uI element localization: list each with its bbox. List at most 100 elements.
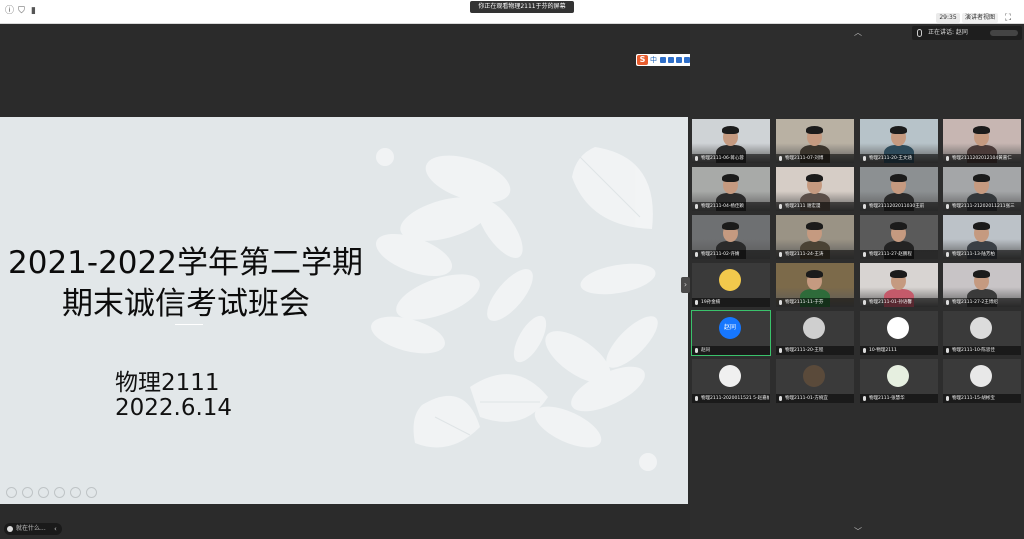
slide-pen-icon[interactable] <box>38 487 49 498</box>
fullscreen-icon[interactable]: ⛶ <box>1002 12 1014 24</box>
mic-icon <box>863 300 866 305</box>
participant-tile[interactable]: 物理2111-04-杨佳颖 <box>692 167 770 211</box>
participant-namebar: 物理2111-15-胡彬宝 <box>943 394 1021 403</box>
participant-name: 19孙金楠 <box>701 300 721 305</box>
participant-namebar: 物理2111 谢宏漫 <box>776 202 854 211</box>
participant-tile[interactable]: 物理2111-15-胡彬宝 <box>943 359 1021 403</box>
mic-icon <box>695 300 698 305</box>
participant-tile[interactable]: 物理2111-02-许婧 <box>692 215 770 259</box>
mic-icon <box>695 348 698 353</box>
mic-icon <box>946 300 949 305</box>
participant-tile[interactable]: 物理2111-01-孙语馨 <box>860 263 938 307</box>
mic-icon <box>695 156 698 161</box>
participant-tile[interactable]: 19孙金楠 <box>692 263 770 307</box>
mic-icon <box>917 29 922 37</box>
slide-date: 2022.6.14 <box>115 395 233 421</box>
participant-tile[interactable]: 10-物理2111 <box>860 311 938 355</box>
participant-namebar: 物理2111-01-方婉宜 <box>776 394 854 403</box>
mic-icon <box>863 348 866 353</box>
person-hair <box>722 174 739 182</box>
ime-mic-icon[interactable] <box>668 57 674 63</box>
participant-tile[interactable]: 物理2111202012104黄嘉仁 <box>943 119 1021 163</box>
person-hair <box>806 174 823 182</box>
chevron-up-icon[interactable]: ︿ <box>852 28 864 38</box>
participant-name: 物理2111-27-赵鹏程 <box>869 252 912 257</box>
slide-title-line1: 2021-2022学年第二学期 <box>8 245 363 281</box>
chevron-down-icon[interactable]: ﹀ <box>852 527 864 537</box>
participant-name: 物理2111-20-王文涵 <box>869 156 912 161</box>
caption-label: 就在什么... <box>16 525 46 532</box>
participant-tile[interactable]: 赵同 赵同 <box>691 310 771 356</box>
participant-tile[interactable]: 物理2111-13-陆芳柏 <box>943 215 1021 259</box>
participant-tile[interactable]: 物理2111-20-王文涵 <box>860 119 938 163</box>
participant-tile[interactable]: 物理2111-27-赵鹏程 <box>860 215 938 259</box>
slide-zoom-icon[interactable] <box>70 487 81 498</box>
participant-tile[interactable]: 物理2111-张慧华 <box>860 359 938 403</box>
avatar <box>803 365 825 387</box>
participant-name: 物理2111-2020011521 5-赵嘉帆 <box>701 396 769 401</box>
info-icon[interactable]: ⓘ <box>4 6 15 17</box>
participant-name: 10-物理2111 <box>869 348 897 353</box>
caption-chip[interactable]: 就在什么... ‹ <box>4 523 62 535</box>
ime-punct-icon[interactable] <box>660 57 666 63</box>
avatar <box>970 365 992 387</box>
participant-namebar: 物理2111-01-孙语馨 <box>860 298 938 307</box>
participant-tile[interactable]: 物理2111-07-刘博 <box>776 119 854 163</box>
mic-icon <box>695 252 698 257</box>
participant-name: 物理2111-13-陆芳柏 <box>952 252 995 257</box>
participant-tile[interactable]: 物理2111202011030王前 <box>860 167 938 211</box>
mic-icon <box>779 156 782 161</box>
chevron-left-icon[interactable]: ‹ <box>54 523 57 535</box>
participant-namebar: 物理2111-11-于芬 <box>776 298 854 307</box>
participant-tile[interactable]: 物理2111-24-王涛 <box>776 215 854 259</box>
participant-tile[interactable]: 物理2111-27-2王博绍 <box>943 263 1021 307</box>
shield-icon[interactable]: ⛉ <box>16 6 27 17</box>
participant-namebar: 物理2111202012104黄嘉仁 <box>943 154 1021 163</box>
participant-namebar: 物理2111-27-赵鹏程 <box>860 250 938 259</box>
participant-name: 物理2111-15-胡彬宝 <box>952 396 995 401</box>
panel-collapse-handle[interactable]: › <box>681 277 690 293</box>
participant-name: 物理2111-02-许婧 <box>701 252 740 257</box>
signal-icon[interactable]: ▮ <box>28 6 39 17</box>
caption-icon <box>7 526 13 532</box>
ime-keyboard-icon[interactable] <box>676 57 682 63</box>
leaf-decoration <box>371 147 658 471</box>
participant-tile[interactable]: 物理2111-06-蒋心蓉 <box>692 119 770 163</box>
participant-tile[interactable]: 物理2111-11-于芬 <box>776 263 854 307</box>
participant-name: 物理2111-10-陈思佳 <box>952 348 995 353</box>
participant-panel: ︿ 正在讲话: 赵同 物理2111-06-蒋心蓉 物理2111-07-刘博 物理21… <box>690 25 1024 539</box>
speaker-view-button[interactable]: 演讲者视图 <box>962 13 998 23</box>
share-notice: 你正在观看物理2111于芬的屏幕 <box>470 1 574 13</box>
participant-tile[interactable]: 物理2111 谢宏漫 <box>776 167 854 211</box>
participant-tile[interactable]: 物理2111-21202011211张三 <box>943 167 1021 211</box>
mic-icon <box>779 348 782 353</box>
participant-tile[interactable]: 物理2111-10-陈思佳 <box>943 311 1021 355</box>
ime-logo-icon[interactable]: S <box>637 55 648 65</box>
avatar <box>970 317 992 339</box>
participant-namebar: 物理2111-13-陆芳柏 <box>943 250 1021 259</box>
person-hair <box>973 270 990 278</box>
participant-name: 物理2111-06-蒋心蓉 <box>701 156 744 161</box>
participant-name: 物理2111-21202011211张三 <box>952 204 1015 209</box>
slide-grid-icon[interactable] <box>54 487 65 498</box>
slide-more-icon[interactable] <box>86 487 97 498</box>
ime-mode-label[interactable]: 中 <box>650 55 657 65</box>
mic-icon <box>946 204 949 209</box>
participant-namebar: 物理2111-06-蒋心蓉 <box>692 154 770 163</box>
participant-name: 物理2111-24-王涛 <box>785 252 824 257</box>
participant-tile[interactable]: 物理2111-2020011521 5-赵嘉帆 <box>692 359 770 403</box>
participant-name: 赵同 <box>701 348 710 353</box>
person-hair <box>806 126 823 134</box>
participant-tile[interactable]: 物理2111-01-方婉宜 <box>776 359 854 403</box>
participant-tile[interactable]: 物理2111-20-王程 <box>776 311 854 355</box>
participant-name: 物理2111202012104黄嘉仁 <box>952 156 1012 161</box>
participant-namebar: 物理2111-04-杨佳颖 <box>692 202 770 211</box>
person-hair <box>722 222 739 230</box>
slide-prev-icon[interactable] <box>6 487 17 498</box>
mic-icon <box>946 396 949 401</box>
slide-next-icon[interactable] <box>22 487 33 498</box>
person-hair <box>973 126 990 134</box>
slide-class-name: 物理2111 <box>115 370 220 396</box>
participant-namebar: 赵同 <box>692 346 770 355</box>
participant-namebar: 物理2111-2020011521 5-赵嘉帆 <box>692 394 770 403</box>
